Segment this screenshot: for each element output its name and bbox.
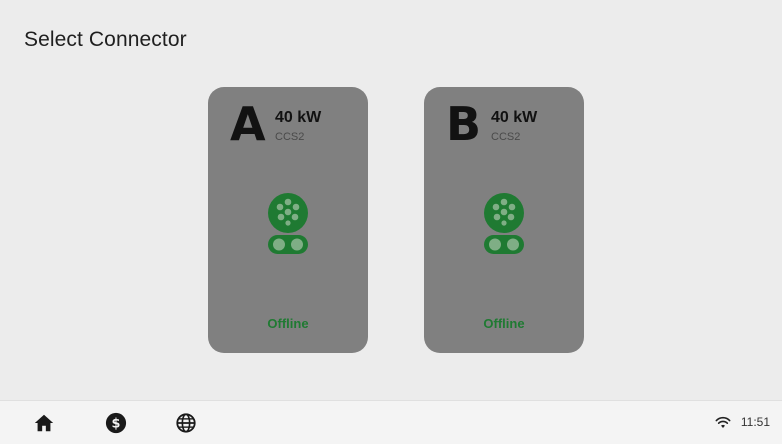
- dollar-icon: $: [105, 412, 127, 434]
- status-area: 11:51: [715, 415, 770, 429]
- connector-letter: A: [230, 97, 266, 151]
- home-button[interactable]: [32, 411, 56, 435]
- language-button[interactable]: [174, 411, 198, 435]
- wifi-icon: [715, 416, 731, 428]
- ccs2-plug-icon: [484, 193, 524, 254]
- connector-list: A 40 kW CCS2 Offline B 40 kW CCS2 Offlin…: [0, 0, 782, 443]
- connector-type: CCS2: [491, 131, 521, 143]
- screen: Select Connector A 40 kW CCS2 Offline B …: [0, 0, 782, 444]
- pricing-button[interactable]: $: [104, 411, 128, 435]
- connector-card-b[interactable]: B 40 kW CCS2 Offline: [424, 87, 584, 353]
- clock: 11:51: [740, 415, 770, 429]
- globe-icon: [176, 413, 196, 433]
- connector-card-a[interactable]: A 40 kW CCS2 Offline: [208, 87, 368, 353]
- home-icon: [34, 414, 54, 432]
- connector-type: CCS2: [275, 131, 305, 143]
- connector-letter: B: [446, 97, 482, 151]
- ccs2-plug-icon: [268, 193, 308, 254]
- connector-power: 40 kW: [491, 109, 538, 126]
- connector-status: Offline: [483, 316, 525, 331]
- connector-power: 40 kW: [275, 109, 322, 126]
- svg-text:$: $: [112, 417, 121, 432]
- bottom-bar: $ 11:51: [0, 400, 782, 444]
- connector-status: Offline: [267, 316, 309, 331]
